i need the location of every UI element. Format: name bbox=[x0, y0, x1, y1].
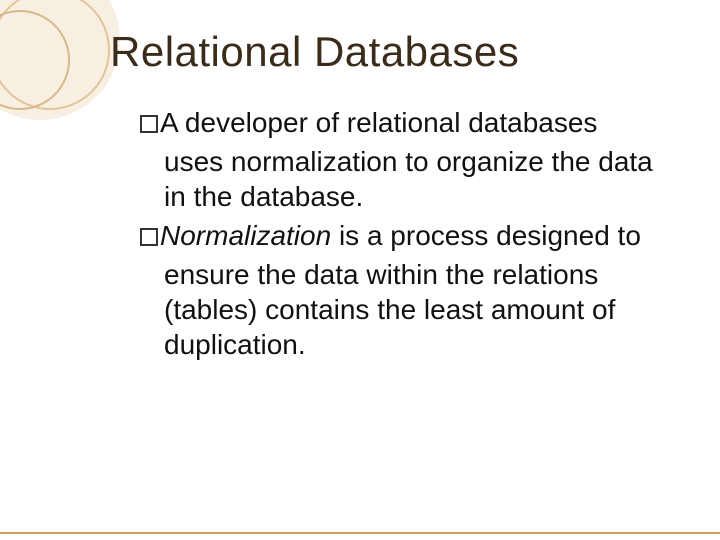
deco-circle-fill bbox=[0, 0, 120, 120]
bullet-1: A developer of relational databases bbox=[140, 105, 660, 140]
bullet-box-icon bbox=[140, 115, 158, 133]
slide: Relational Databases A developer of rela… bbox=[0, 0, 720, 540]
deco-ring-outer bbox=[0, 0, 110, 110]
bullet-1-rest: developer of relational databases bbox=[177, 107, 597, 138]
slide-body: A developer of relational databases uses… bbox=[140, 105, 660, 366]
bullet-2-rest: is a process designed to bbox=[331, 220, 641, 251]
bullet-2-lead: Normalization bbox=[160, 220, 331, 251]
slide-title: Relational Databases bbox=[110, 28, 519, 76]
bottom-divider bbox=[0, 532, 720, 534]
bullet-2-cont: ensure the data within the relations (ta… bbox=[140, 257, 660, 362]
corner-decoration bbox=[0, 0, 120, 120]
deco-ring-inner bbox=[0, 10, 70, 110]
bullet-2: Normalization is a process designed to bbox=[140, 218, 660, 253]
bullet-box-icon bbox=[140, 228, 158, 246]
bullet-1-cont: uses normalization to organize the data … bbox=[140, 144, 660, 214]
bullet-1-lead: A bbox=[160, 107, 177, 138]
